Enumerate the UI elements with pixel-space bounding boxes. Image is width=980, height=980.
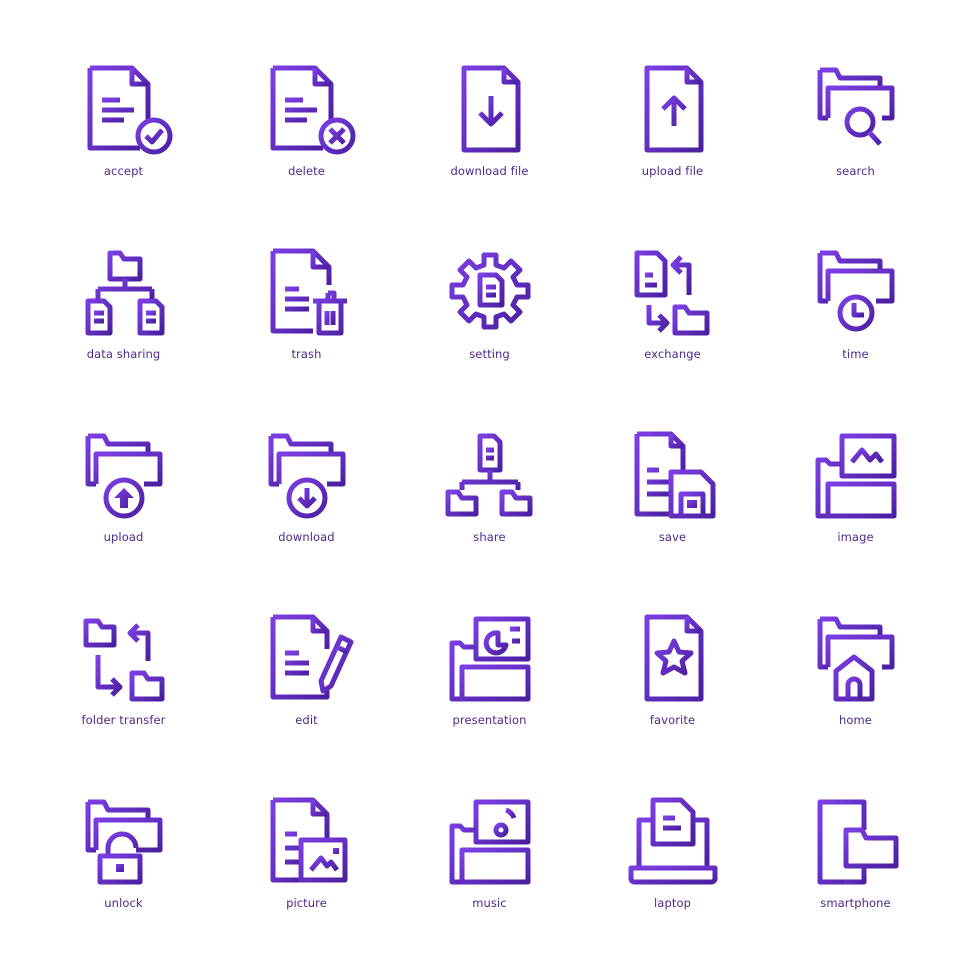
icon-card-download-file[interactable]: download file — [398, 62, 581, 245]
icon-label: download file — [450, 164, 529, 178]
folder-download-icon — [268, 433, 345, 519]
icon-card-accept[interactable]: accept — [32, 62, 215, 245]
icon-label: share — [473, 530, 506, 544]
folder-unlock-icon — [85, 799, 162, 885]
icon-label: home — [838, 713, 872, 727]
file-delete-icon — [270, 65, 355, 155]
icon-label: setting — [469, 347, 510, 361]
icon-card-folder-transfer[interactable]: folder transfer — [32, 611, 215, 794]
icon-card-download[interactable]: download — [215, 428, 398, 611]
icon-label: time — [842, 347, 869, 361]
icon-card-search[interactable]: search — [764, 62, 947, 245]
folder-presentation-icon — [449, 616, 530, 702]
icon-card-presentation[interactable]: presentation — [398, 611, 581, 794]
icon-label: data sharing — [86, 347, 161, 361]
icon-card-unlock[interactable]: unlock — [32, 794, 215, 977]
icon-label: trash — [291, 347, 322, 361]
icon-label: save — [658, 530, 687, 544]
icon-grid: accept delete download file upload file — [32, 62, 948, 977]
icon-card-upload[interactable]: upload — [32, 428, 215, 611]
icon-card-exchange[interactable]: exchange — [581, 245, 764, 428]
folder-music-icon — [449, 799, 530, 885]
icon-card-home[interactable]: home — [764, 611, 947, 794]
file-exchange-icon — [634, 250, 709, 336]
folder-home-icon — [817, 616, 894, 702]
icon-card-music[interactable]: music — [398, 794, 581, 977]
data-sharing-icon — [85, 250, 164, 336]
icon-label: exchange — [644, 347, 701, 361]
icon-label: download — [278, 530, 335, 544]
icon-label: upload — [103, 530, 144, 544]
icon-label: laptop — [654, 896, 691, 910]
icon-card-edit[interactable]: edit — [215, 611, 398, 794]
icon-label: search — [836, 164, 875, 178]
folder-upload-icon — [85, 433, 162, 519]
file-upload-icon — [644, 65, 703, 153]
icon-card-time[interactable]: time — [764, 245, 947, 428]
icon-label: image — [837, 530, 874, 544]
icon-label: upload file — [641, 164, 704, 178]
icon-card-favorite[interactable]: favorite — [581, 611, 764, 794]
folder-time-icon — [817, 250, 894, 332]
icon-card-delete[interactable]: delete — [215, 62, 398, 245]
file-download-icon — [461, 65, 520, 153]
icon-card-picture[interactable]: picture — [215, 794, 398, 977]
file-edit-icon — [270, 614, 353, 700]
icon-card-data-sharing[interactable]: data sharing — [32, 245, 215, 428]
file-save-icon — [634, 431, 715, 519]
folder-transfer-icon — [83, 618, 164, 702]
file-setting-icon — [449, 252, 530, 330]
icon-card-trash[interactable]: trash — [215, 245, 398, 428]
folder-image-icon — [815, 433, 896, 519]
icon-label: unlock — [104, 896, 143, 910]
icon-label: smartphone — [820, 896, 891, 910]
icon-card-upload-file[interactable]: upload file — [581, 62, 764, 245]
icon-label: edit — [295, 713, 318, 727]
icon-card-smartphone[interactable]: smartphone — [764, 794, 947, 977]
icon-label: presentation — [452, 713, 527, 727]
icon-label: folder transfer — [81, 713, 166, 727]
icon-label: delete — [288, 164, 325, 178]
icon-card-laptop[interactable]: laptop — [581, 794, 764, 977]
file-share-icon — [445, 433, 532, 517]
icon-card-save[interactable]: save — [581, 428, 764, 611]
laptop-file-icon — [628, 797, 717, 885]
folder-search-icon — [817, 67, 894, 146]
smartphone-folder-icon — [817, 799, 898, 885]
icon-card-image[interactable]: image — [764, 428, 947, 611]
file-favorite-icon — [644, 614, 703, 702]
icon-label: accept — [103, 164, 144, 178]
icon-label: picture — [286, 896, 327, 910]
file-check-icon — [87, 65, 172, 155]
file-picture-icon — [270, 797, 347, 883]
icon-label: favorite — [649, 713, 696, 727]
file-trash-icon — [270, 248, 347, 336]
icon-card-share[interactable]: share — [398, 428, 581, 611]
icon-label: music — [472, 896, 507, 910]
icon-card-setting[interactable]: setting — [398, 245, 581, 428]
